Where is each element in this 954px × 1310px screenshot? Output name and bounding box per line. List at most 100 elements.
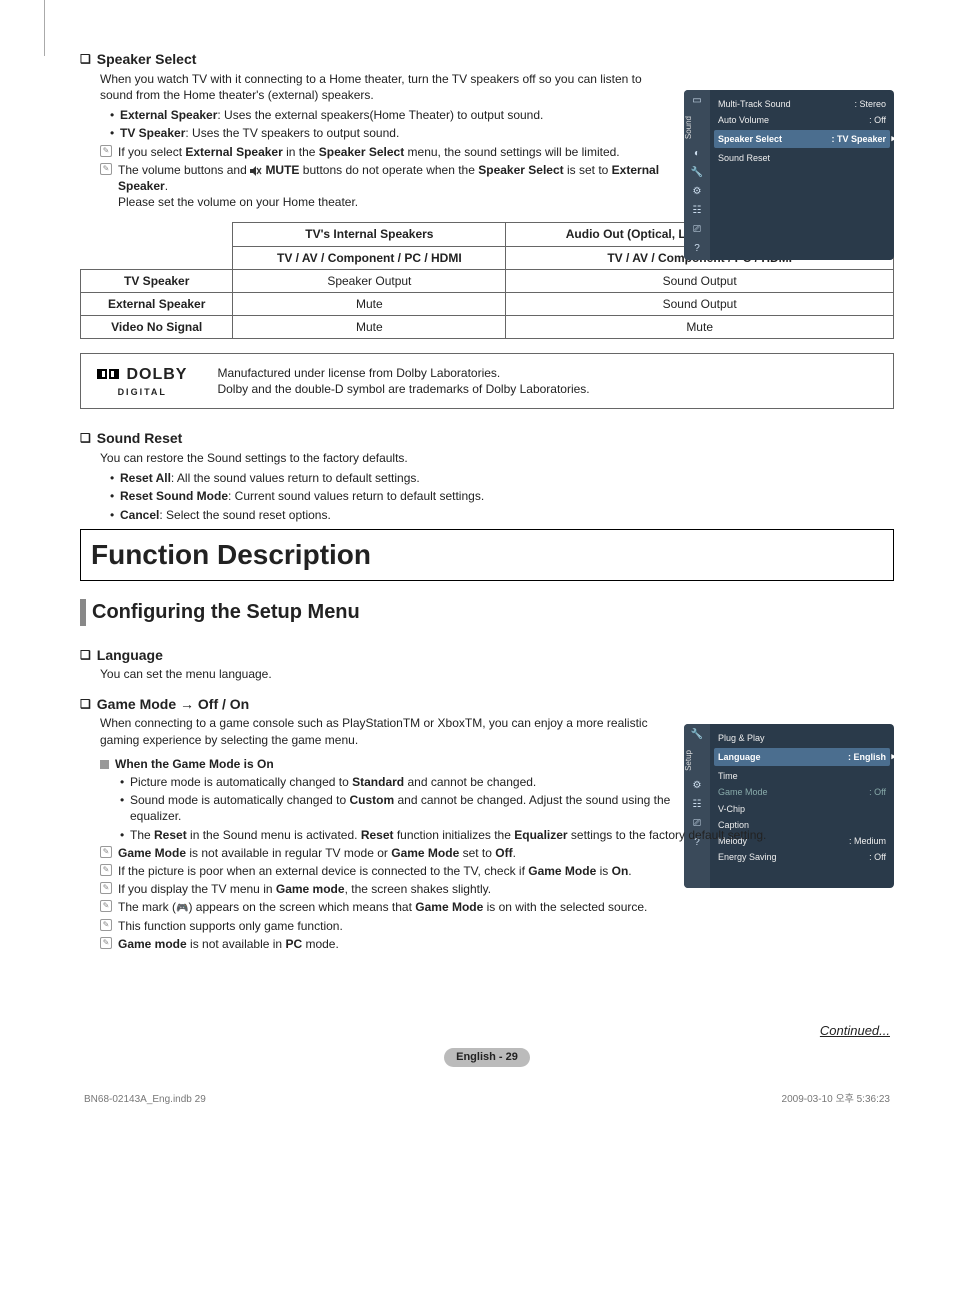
page-number: English - 29: [80, 1048, 894, 1067]
note-bold: PC: [285, 937, 302, 951]
note-bold: External Speaker: [185, 145, 282, 159]
channel-icon: 🔧: [687, 165, 707, 181]
dolby-text: Manufactured under license from Dolby La…: [217, 365, 589, 397]
osd-row-value: : Off: [869, 786, 886, 798]
note-bold: Speaker Select: [478, 163, 563, 177]
section-intro: When connecting to a game console such a…: [100, 715, 674, 747]
note-bold: Game Mode: [528, 864, 596, 878]
bullet-text: settings to the factory default setting.: [568, 828, 767, 842]
note-item: ✎ The mark (🎮) appears on the screen whic…: [100, 899, 894, 916]
list-item: External Speaker: Uses the external spea…: [110, 107, 674, 123]
list-item: Sound mode is automatically changed to C…: [120, 792, 674, 824]
note-text: The volume buttons and: [118, 163, 250, 177]
list-item: Picture mode is automatically changed to…: [120, 774, 674, 790]
note-text: is: [596, 864, 611, 878]
note-icon: ✎: [100, 145, 112, 157]
note-bold: Speaker Select: [319, 145, 404, 159]
page-rule: [44, 0, 45, 56]
osd-row-value: : TV Speaker: [831, 133, 886, 145]
setup-icon: ⚙: [687, 184, 707, 200]
section-intro: You can restore the Sound settings to th…: [100, 450, 894, 466]
continued-label: Continued...: [80, 1022, 890, 1040]
table-row: Video No SignalMuteMute: [81, 316, 894, 339]
picture-icon: ▭: [687, 93, 707, 109]
note-bold: Game Mode: [391, 846, 459, 860]
osd-row-label: Time: [718, 770, 738, 782]
chevron-right-icon: ▸: [891, 132, 894, 144]
sound-icon: ◐: [687, 146, 707, 162]
page-number-text: English - 29: [444, 1048, 530, 1067]
bullet-text: Picture mode is automatically changed to: [130, 775, 352, 789]
note-item: ✎ If you select External Speaker in the …: [100, 144, 674, 160]
section-intro: When you watch TV with it connecting to …: [100, 71, 674, 103]
setup-icon: ⚙: [687, 778, 707, 794]
bullet-text: : All the sound values return to default…: [171, 471, 420, 485]
bullet-label: Reset All: [120, 471, 171, 485]
gamepad-icon: 🎮: [176, 902, 188, 916]
subsection-label: When the Game Mode is On: [115, 757, 274, 771]
support-icon: ?: [687, 241, 707, 257]
osd-side: ▭ Sound ◐ 🔧 ⚙ ☷ ⎚ ?: [684, 90, 710, 260]
note-text: set to: [459, 846, 495, 860]
note-bold: MUTE: [265, 163, 299, 177]
section-intro: You can set the menu language.: [100, 666, 674, 682]
footer-left: BN68-02143A_Eng.indb 29: [84, 1093, 206, 1107]
list-item: The Reset in the Sound menu is activated…: [120, 827, 894, 843]
bullet-text: and cannot be changed.: [404, 775, 536, 789]
note-icon: ✎: [100, 864, 112, 876]
note-text: is set to: [564, 163, 612, 177]
bullet-text: : Uses the TV speakers to output sound.: [185, 126, 399, 140]
note-icon: ✎: [100, 900, 112, 912]
osd-row-label: Multi-Track Sound: [718, 98, 791, 110]
bullet-label: Reset Sound Mode: [120, 489, 228, 503]
note-text: mode.: [302, 937, 339, 951]
note-bold: Game mode: [276, 882, 345, 896]
note-text: ) appears on the screen which means that: [188, 900, 415, 914]
note-item: ✎Game mode is not available in PC mode.: [100, 936, 894, 952]
note-bold: On: [612, 864, 629, 878]
note-text: If you display the TV menu in: [118, 882, 276, 896]
dolby-d-icon: [97, 369, 107, 379]
dolby-license-box: DOLBY DIGITAL Manufactured under license…: [80, 353, 894, 409]
note-text: .: [628, 864, 631, 878]
bullet-text: : Current sound values return to default…: [228, 489, 484, 503]
note-text: menu, the sound settings will be limited…: [404, 145, 619, 159]
osd-row-label: Plug & Play: [718, 732, 765, 744]
table-cell: Mute: [233, 292, 506, 315]
list-item: TV Speaker: Uses the TV speakers to outp…: [110, 125, 674, 141]
osd-row-value: : Stereo: [854, 98, 886, 110]
page-subheading: Configuring the Setup Menu: [80, 599, 894, 626]
bullet-bold: Standard: [352, 775, 404, 789]
osd-tab-label: Setup: [684, 746, 695, 775]
note-text: The mark (: [118, 900, 176, 914]
note-text: If the picture is poor when an external …: [118, 864, 528, 878]
subsection-title: When the Game Mode is On: [100, 756, 674, 772]
note-text: is not available in regular TV mode or: [186, 846, 391, 860]
bullet-text: The: [130, 828, 154, 842]
dolby-sublabel: DIGITAL: [97, 386, 187, 398]
bullet-text: function initializes the: [394, 828, 515, 842]
application-icon: ⎚: [687, 222, 707, 238]
note-text: .: [513, 846, 516, 860]
dolby-line: Manufactured under license from Dolby La…: [217, 365, 589, 381]
section-title: Game Mode → Off / On: [97, 695, 249, 714]
mute-icon: [250, 166, 262, 176]
list-item: Cancel: Select the sound reset options.: [110, 507, 894, 523]
bookmark-icon: ❏: [80, 430, 91, 446]
bullet-text: in the Sound menu is activated.: [187, 828, 361, 842]
dolby-logo: DOLBY DIGITAL: [97, 364, 187, 398]
note-text: This function supports only game functio…: [118, 919, 343, 933]
note-text: Please set the volume on your Home theat…: [118, 195, 358, 209]
osd-sound-menu: ▭ Sound ◐ 🔧 ⚙ ☷ ⎚ ? Multi-Track Sound : S…: [684, 90, 894, 260]
footer: BN68-02143A_Eng.indb 29 2009-03-10 오후 5:…: [80, 1093, 894, 1107]
sound-reset-section: ❏Sound Reset You can restore the Sound s…: [80, 429, 894, 523]
page-heading: Function Description: [80, 529, 894, 581]
bullet-label: Cancel: [120, 508, 159, 522]
note-text: .: [165, 179, 168, 193]
table-cell: Speaker Output: [233, 269, 506, 292]
section-title: Speaker Select: [97, 50, 197, 69]
square-mark-icon: [100, 760, 109, 769]
note-text: in the: [283, 145, 319, 159]
bookmark-icon: ❏: [80, 696, 91, 712]
note-text: buttons do not operate when the: [299, 163, 478, 177]
